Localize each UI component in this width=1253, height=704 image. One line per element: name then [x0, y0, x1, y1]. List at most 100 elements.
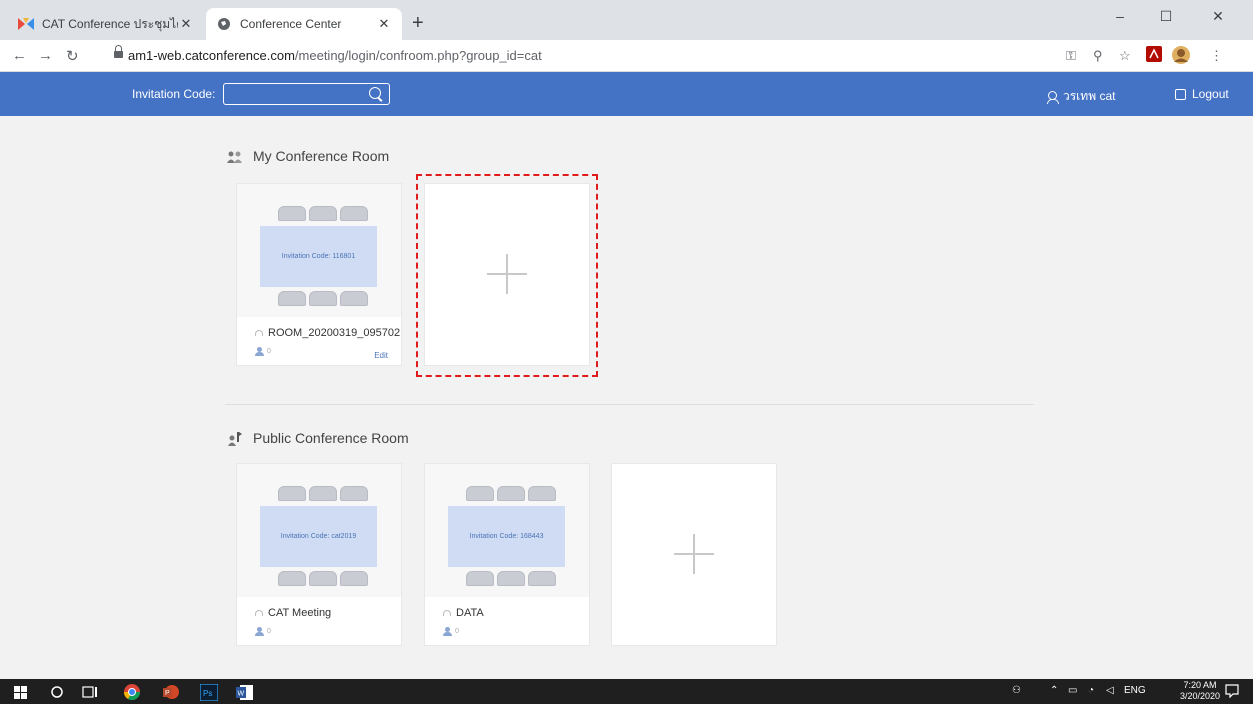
taskbar-clock[interactable]: 7:20 AM 3/20/2020: [1180, 680, 1220, 702]
logout-label: Logout: [1192, 87, 1229, 101]
headset-icon: [255, 610, 263, 616]
participant-count: 0: [443, 627, 459, 636]
chair-icon: [497, 486, 525, 501]
chair-icon: [309, 206, 337, 221]
search-circle-icon[interactable]: [50, 683, 64, 701]
cat-favicon-icon: [18, 16, 34, 32]
room-card[interactable]: Invitation Code: 116801 ROOM_20200319_09…: [236, 183, 402, 366]
room-name: CAT Meeting: [255, 607, 331, 619]
zoom-icon[interactable]: ⚲: [1093, 48, 1103, 64]
invitation-code-input[interactable]: [228, 86, 358, 102]
chair-icon: [309, 291, 337, 306]
logout-button[interactable]: Logout: [1175, 87, 1229, 101]
chair-icon: [528, 486, 556, 501]
add-public-room-button[interactable]: [611, 463, 777, 646]
chair-icon: [528, 571, 556, 586]
user-icon: [1047, 90, 1059, 104]
room-invitation-code: Invitation Code: cat2019: [260, 506, 377, 567]
room-name: DATA: [443, 607, 484, 619]
profile-avatar-icon[interactable]: [1172, 46, 1190, 67]
close-tab-icon[interactable]: ✕: [376, 16, 392, 32]
chair-icon: [497, 571, 525, 586]
public-room-icon: [227, 432, 243, 446]
chair-icon: [340, 206, 368, 221]
language-indicator[interactable]: ENG: [1124, 685, 1146, 696]
svg-text:W: W: [238, 690, 245, 697]
highlight-dashed-box: [416, 174, 598, 377]
room-thumbnail: Invitation Code: 116801: [237, 184, 401, 317]
room-name: ROOM_20200319_095702: [255, 327, 400, 339]
edit-room-link[interactable]: Edit: [374, 351, 388, 360]
chair-icon: [309, 571, 337, 586]
chair-icon: [278, 291, 306, 306]
word-icon[interactable]: W: [236, 683, 254, 701]
minimize-button[interactable]: –: [1097, 8, 1143, 24]
reload-button[interactable]: ↻: [66, 47, 79, 65]
room-invitation-code: Invitation Code: 168443: [448, 506, 565, 567]
chair-icon: [340, 571, 368, 586]
chair-icon: [466, 486, 494, 501]
wifi-icon[interactable]: ◔: [1088, 685, 1094, 696]
person-icon: [255, 347, 264, 356]
chrome-icon[interactable]: [123, 683, 141, 701]
room-thumbnail: Invitation Code: cat2019: [237, 464, 401, 597]
windows-start-icon[interactable]: [14, 683, 27, 701]
participant-count: 0: [255, 347, 271, 356]
battery-icon[interactable]: ▭: [1068, 685, 1077, 696]
globe-icon: [216, 16, 232, 32]
chair-icon: [278, 486, 306, 501]
lock-icon: [114, 45, 123, 59]
chair-icon: [340, 291, 368, 306]
chair-icon: [466, 571, 494, 586]
close-tab-icon[interactable]: ✕: [178, 16, 194, 32]
room-card[interactable]: Invitation Code: 168443 DATA 0: [424, 463, 590, 646]
tab-conference-center[interactable]: Conference Center ✕: [206, 8, 402, 40]
meeting-people-icon: [227, 150, 243, 163]
photoshop-icon[interactable]: Ps: [200, 683, 218, 701]
person-icon: [443, 627, 452, 636]
room-invitation-code: Invitation Code: 116801: [260, 226, 377, 287]
svg-text:P: P: [165, 690, 170, 697]
browser-menu-icon[interactable]: ⋮: [1210, 48, 1223, 64]
windows-taskbar: P Ps W ⚇ ⌃ ▭ ◔ ◁ ENG 7:20 AM 3/20/2020: [0, 679, 1253, 704]
headset-icon: [255, 330, 263, 336]
back-button[interactable]: ←: [12, 47, 27, 64]
forward-button[interactable]: →: [38, 47, 53, 64]
public-conference-room-title: Public Conference Room: [227, 430, 409, 446]
people-icon[interactable]: ⚇: [1012, 685, 1021, 696]
chair-icon: [309, 486, 337, 501]
app-header: Invitation Code: วรเทพ cat Logout: [0, 72, 1253, 116]
user-menu[interactable]: วรเทพ cat: [1047, 87, 1115, 106]
show-hidden-icons-icon[interactable]: ⌃: [1050, 685, 1058, 696]
clock-time: 7:20 AM: [1183, 680, 1217, 690]
svg-text:Ps: Ps: [203, 689, 212, 698]
pdf-extension-icon[interactable]: [1146, 46, 1162, 65]
room-card[interactable]: Invitation Code: cat2019 CAT Meeting 0: [236, 463, 402, 646]
chair-icon: [278, 206, 306, 221]
tab-cat-conference[interactable]: CAT Conference ประชุมได้ไร้ข้อจำกั ✕: [8, 8, 204, 40]
task-view-icon[interactable]: [82, 683, 98, 701]
headset-icon: [443, 610, 451, 616]
invitation-code-box: [223, 83, 390, 105]
address-bar[interactable]: am1-web.catconference.com/meeting/login/…: [98, 43, 1198, 69]
key-icon[interactable]: ⚿: [1066, 48, 1076, 64]
person-icon: [255, 627, 264, 636]
search-icon[interactable]: [369, 87, 381, 99]
clock-date: 3/20/2020: [1180, 691, 1221, 701]
bookmark-star-icon[interactable]: ☆: [1119, 48, 1131, 64]
close-window-button[interactable]: ✕: [1195, 8, 1241, 25]
plus-icon: [674, 534, 714, 574]
new-tab-button[interactable]: +: [412, 13, 424, 33]
chair-icon: [278, 571, 306, 586]
powerpoint-icon[interactable]: P: [162, 683, 180, 701]
maximize-button[interactable]: ☐: [1143, 8, 1189, 25]
room-thumbnail: Invitation Code: 168443: [425, 464, 589, 597]
section-divider: [225, 404, 1034, 405]
notification-icon[interactable]: [1225, 684, 1239, 701]
participant-count: 0: [255, 627, 271, 636]
browser-tab-strip: CAT Conference ประชุมได้ไร้ข้อจำกั ✕ Con…: [0, 0, 1253, 40]
url-text: am1-web.catconference.com/meeting/login/…: [128, 48, 542, 63]
volume-icon[interactable]: ◁: [1106, 685, 1114, 696]
browser-toolbar: ← → ↻ am1-web.catconference.com/meeting/…: [0, 40, 1253, 72]
invitation-code-label: Invitation Code:: [132, 87, 216, 101]
